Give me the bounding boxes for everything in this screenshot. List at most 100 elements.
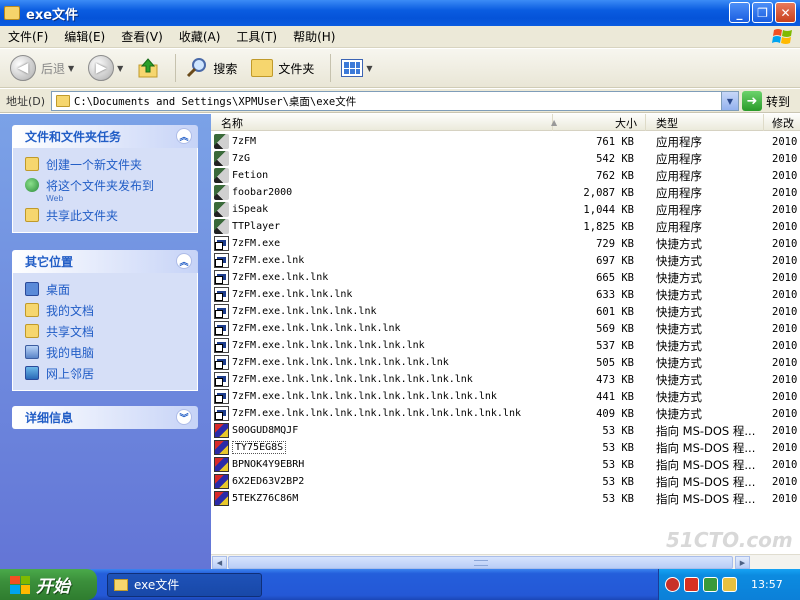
collapse-icon[interactable]: ︽: [176, 128, 192, 144]
menu-favorites[interactable]: 收藏(A): [171, 28, 229, 45]
go-button[interactable]: ➜ 转到: [742, 91, 790, 111]
file-row[interactable]: 5TEKZ76C86M 53 KB 指向 MS-DOS 程... 2010: [211, 490, 800, 507]
up-button[interactable]: [133, 52, 163, 84]
place-my-documents[interactable]: 我的文档: [25, 300, 197, 321]
address-dropdown-button[interactable]: ▼: [721, 92, 738, 110]
alert-icon[interactable]: [684, 577, 699, 592]
msdos-program-icon: [214, 457, 229, 472]
taskbar-window-button[interactable]: exe文件: [107, 572, 262, 597]
file-date: 2010: [772, 424, 798, 437]
file-name-cell: 7zFM.exe.lnk.lnk: [211, 270, 553, 285]
address-bar: 地址(D) C:\Documents and Settings\XPMUser\…: [0, 89, 800, 113]
desktop-icon: [25, 282, 39, 296]
taskbar-window-label: exe文件: [134, 578, 180, 592]
folders-button[interactable]: 文件夹: [247, 52, 318, 84]
file-row[interactable]: 7zFM.exe.lnk.lnk.lnk.lnk 601 KB 快捷方式 2010: [211, 303, 800, 320]
details-header[interactable]: 详细信息 ︾: [12, 406, 198, 429]
watermark: 51CTO.com: [666, 528, 793, 552]
file-row[interactable]: 7zFM.exe.lnk.lnk.lnk.lnk.lnk.lnk.lnk.lnk…: [211, 405, 800, 422]
other-places-header[interactable]: 其它位置 ︽: [12, 250, 198, 273]
file-type: 快捷方式: [656, 372, 702, 387]
file-row[interactable]: 7zFM.exe.lnk 697 KB 快捷方式 2010: [211, 252, 800, 269]
file-date: 2010: [772, 220, 798, 233]
new-folder-icon: [25, 157, 39, 171]
menu-file[interactable]: 文件(F): [0, 28, 56, 45]
file-row[interactable]: Fetion 762 KB 应用程序 2010: [211, 167, 800, 184]
title-bar[interactable]: exe文件 _ ❐ ✕: [0, 0, 800, 26]
address-input[interactable]: C:\Documents and Settings\XPMUser\桌面\exe…: [51, 91, 739, 111]
file-name-cell: 7zFM: [211, 134, 553, 149]
file-row[interactable]: TY75EG8S 53 KB 指向 MS-DOS 程... 2010: [211, 439, 800, 456]
maximize-button[interactable]: ❐: [752, 2, 773, 23]
forward-button[interactable]: ▶ ▼: [84, 52, 127, 84]
taskbar: 开始 exe文件 13:57: [0, 569, 800, 600]
file-name: 7zG: [232, 153, 251, 164]
file-name-cell: iSpeak: [211, 202, 553, 217]
file-tasks-header[interactable]: 文件和文件夹任务 ︽: [12, 125, 198, 148]
place-network[interactable]: 网上邻居: [25, 363, 197, 384]
file-row[interactable]: 7zG 542 KB 应用程序 2010: [211, 150, 800, 167]
place-shared-documents[interactable]: 共享文档: [25, 321, 197, 342]
file-row[interactable]: 7zFM.exe 729 KB 快捷方式 2010: [211, 235, 800, 252]
menu-tools[interactable]: 工具(T): [228, 28, 285, 45]
file-row[interactable]: 7zFM.exe.lnk.lnk.lnk.lnk.lnk.lnk.lnk.lnk…: [211, 388, 800, 405]
file-list[interactable]: 名称 ▲ 大小 类型 修改 7zFM 761 KB 应用程序 2010 7zG 542 K…: [211, 114, 800, 554]
search-label: 搜索: [213, 61, 238, 76]
scroll-left-button[interactable]: ◀: [212, 556, 227, 569]
start-button[interactable]: 开始: [0, 569, 97, 600]
address-label: 地址(D): [6, 94, 46, 108]
file-row[interactable]: 7zFM.exe.lnk.lnk.lnk.lnk.lnk.lnk 537 KB 快捷…: [211, 337, 800, 354]
file-row[interactable]: 7zFM 761 KB 应用程序 2010: [211, 133, 800, 150]
task-publish-web[interactable]: 将这个文件夹发布到 Web: [25, 175, 197, 205]
clock[interactable]: 13:57: [751, 578, 783, 591]
file-row[interactable]: foobar2000 2,087 KB 应用程序 2010: [211, 184, 800, 201]
scroll-right-button[interactable]: ▶: [735, 556, 750, 569]
collapse-icon[interactable]: ︽: [176, 253, 192, 269]
shortcut-icon: [214, 406, 229, 421]
file-name-cell: BPNOK4Y9EBRH: [211, 457, 553, 472]
task-new-folder[interactable]: 创建一个新文件夹: [25, 154, 197, 175]
minimize-button[interactable]: _: [729, 2, 750, 23]
file-row[interactable]: BPNOK4Y9EBRH 53 KB 指向 MS-DOS 程... 2010: [211, 456, 800, 473]
task-share-folder[interactable]: 共享此文件夹: [25, 205, 197, 226]
file-type: 应用程序: [656, 202, 702, 217]
file-size: 665 KB: [596, 271, 634, 284]
place-desktop[interactable]: 桌面: [25, 279, 197, 300]
column-type[interactable]: 类型: [646, 114, 764, 131]
file-row[interactable]: TTPlayer 1,825 KB 应用程序 2010: [211, 218, 800, 235]
expand-icon[interactable]: ︾: [176, 409, 192, 425]
scroll-thumb[interactable]: [228, 556, 733, 569]
file-name-cell: 7zFM.exe.lnk.lnk.lnk.lnk.lnk.lnk: [211, 338, 553, 353]
details-title: 详细信息: [25, 411, 74, 425]
file-size: 441 KB: [596, 390, 634, 403]
other-places-title: 其它位置: [25, 255, 74, 269]
search-button[interactable]: 搜索: [182, 52, 241, 84]
menu-view[interactable]: 查看(V): [113, 28, 171, 45]
place-my-computer[interactable]: 我的电脑: [25, 342, 197, 363]
start-label: 开始: [36, 577, 70, 597]
shortcut-icon: [214, 355, 229, 370]
file-row[interactable]: 7zFM.exe.lnk.lnk.lnk.lnk.lnk 569 KB 快捷方式 20…: [211, 320, 800, 337]
horizontal-scrollbar[interactable]: ◀ ▶: [211, 554, 800, 569]
file-size: 53 KB: [602, 492, 634, 505]
file-row[interactable]: S0OGUD8MQJF 53 KB 指向 MS-DOS 程... 2010: [211, 422, 800, 439]
volume-icon[interactable]: [722, 577, 737, 592]
menu-edit[interactable]: 编辑(E): [56, 28, 113, 45]
close-button[interactable]: ✕: [775, 2, 796, 23]
file-row[interactable]: 7zFM.exe.lnk.lnk.lnk.lnk.lnk.lnk.lnk 505 …: [211, 354, 800, 371]
file-name-cell: 7zFM.exe: [211, 236, 553, 251]
security-shield-icon[interactable]: [665, 577, 680, 592]
file-row[interactable]: 6X2ED63V2BP2 53 KB 指向 MS-DOS 程... 2010: [211, 473, 800, 490]
back-label: 后退: [41, 61, 66, 76]
file-row[interactable]: iSpeak 1,044 KB 应用程序 2010: [211, 201, 800, 218]
file-row[interactable]: 7zFM.exe.lnk.lnk.lnk 633 KB 快捷方式 2010: [211, 286, 800, 303]
column-date[interactable]: 修改: [764, 114, 800, 131]
file-row[interactable]: 7zFM.exe.lnk.lnk 665 KB 快捷方式 2010: [211, 269, 800, 286]
back-button[interactable]: ◀ 后退 ▼: [6, 52, 78, 84]
column-size[interactable]: 大小: [553, 114, 646, 131]
file-row[interactable]: 7zFM.exe.lnk.lnk.lnk.lnk.lnk.lnk.lnk.lnk…: [211, 371, 800, 388]
menu-help[interactable]: 帮助(H): [285, 28, 343, 45]
column-name[interactable]: 名称 ▲: [211, 114, 557, 131]
views-button[interactable]: ▼: [337, 52, 376, 84]
network-icon[interactable]: [703, 577, 718, 592]
